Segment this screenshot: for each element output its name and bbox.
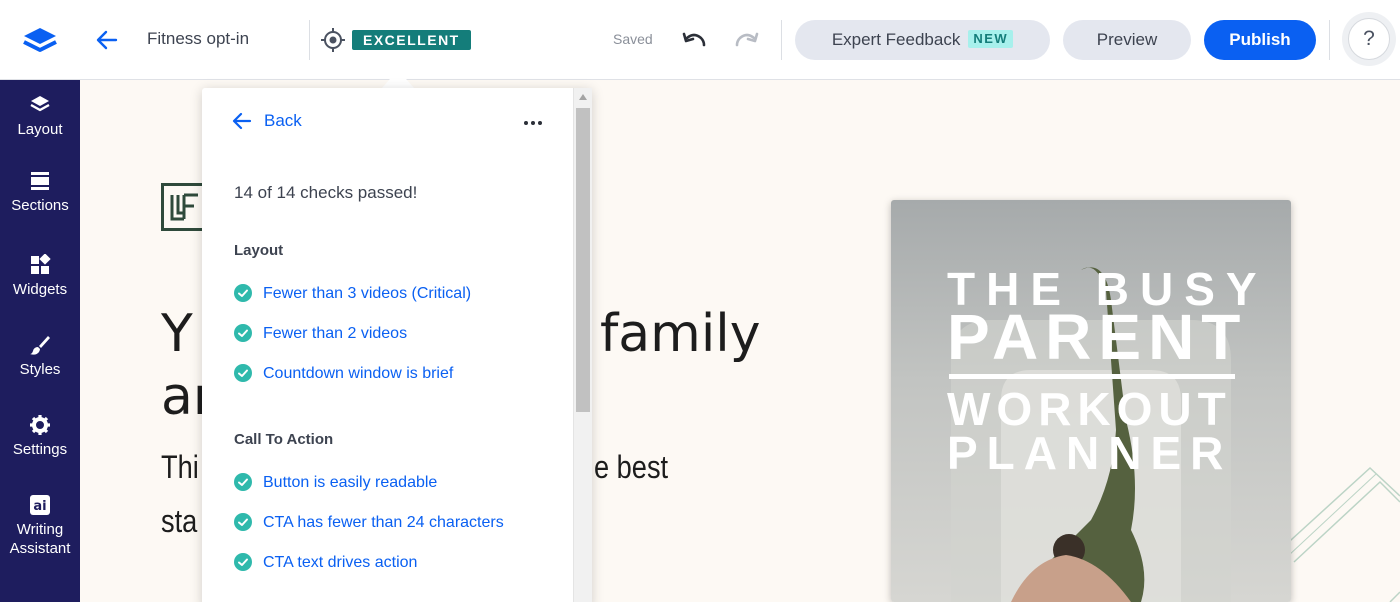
expert-feedback-button[interactable]: Expert Feedback NEW	[795, 20, 1050, 60]
book-title-line2: PARENT	[947, 301, 1248, 373]
divider	[781, 20, 782, 60]
check-label: Fewer than 3 videos (Critical)	[263, 285, 472, 302]
layers-icon	[30, 96, 50, 112]
headline-line1-end: family	[600, 304, 761, 364]
redo-icon[interactable]	[733, 28, 761, 52]
gear-icon	[30, 415, 50, 435]
divider	[1329, 20, 1330, 60]
checks-summary: 14 of 14 checks passed!	[234, 183, 418, 202]
preview-button[interactable]: Preview	[1063, 20, 1191, 60]
book-title-rule	[949, 374, 1235, 379]
help-button[interactable]: ?	[1342, 12, 1396, 66]
left-sidebar: Layout Sections Widgets Styles Settings	[0, 80, 80, 602]
scroll-thumb[interactable]	[576, 108, 590, 412]
check-circle-icon	[234, 553, 252, 571]
check-circle-icon	[234, 364, 252, 382]
check-circle-icon	[234, 324, 252, 342]
section-title-layout: Layout	[234, 242, 284, 259]
brush-icon	[30, 336, 50, 355]
app-logo-icon[interactable]	[20, 22, 60, 58]
section-title-call-to-action: Call To Action	[234, 431, 334, 448]
ai-icon: ai	[30, 495, 50, 515]
score-badge[interactable]: EXCELLENT	[352, 30, 471, 50]
publish-button[interactable]: Publish	[1204, 20, 1316, 60]
new-badge: NEW	[968, 30, 1014, 48]
sidebar-item-label: Writing	[16, 521, 64, 538]
sidebar-item-label: Layout	[17, 121, 63, 138]
sidebar-item-label: Sections	[11, 197, 69, 214]
check-label: CTA text drives action	[263, 554, 418, 571]
check-label: CTA has fewer than 24 characters	[263, 514, 504, 531]
widgets-icon	[31, 254, 51, 274]
sidebar-item-widgets[interactable]: Widgets	[0, 254, 80, 299]
check-circle-icon	[234, 473, 252, 491]
page-name[interactable]: Fitness opt-in	[147, 29, 249, 49]
divider	[309, 20, 310, 60]
subhead-line2-start: sta	[161, 503, 198, 539]
sidebar-item-styles[interactable]: Styles	[0, 334, 80, 379]
book-cover-image: THE BUSY PARENT WORKOUT PLANNER	[891, 200, 1291, 602]
sidebar-item-settings[interactable]: Settings	[0, 414, 80, 459]
back-label: Back	[264, 111, 302, 130]
target-icon[interactable]	[320, 27, 346, 53]
subhead-line1-end: e best	[594, 449, 669, 485]
popover-scrollbar[interactable]	[573, 88, 592, 602]
more-options-icon[interactable]	[522, 112, 544, 134]
book-title-line4: PLANNER	[947, 427, 1233, 479]
score-popover: Back 14 of 14 checks passed! Layout Fewe…	[202, 88, 592, 602]
svg-text:ai: ai	[33, 499, 46, 514]
sidebar-item-label: Widgets	[12, 281, 68, 298]
saved-status: Saved	[613, 31, 653, 47]
check-label: Countdown window is brief	[263, 365, 454, 382]
undo-icon[interactable]	[680, 28, 708, 52]
help-icon: ?	[1348, 18, 1390, 60]
scroll-up-arrow-icon[interactable]	[579, 94, 587, 100]
expert-feedback-label: Expert Feedback	[831, 30, 961, 49]
check-circle-icon	[234, 513, 252, 531]
sidebar-item-sections[interactable]: Sections	[0, 170, 80, 215]
check-label: Button is easily readable	[263, 474, 438, 491]
headline-line1-start: Y	[161, 304, 193, 364]
back-arrow-icon	[232, 112, 252, 130]
popover-caret	[381, 70, 415, 89]
sidebar-item-writing-assistant[interactable]: ai Writing Assistant	[0, 494, 80, 558]
sidebar-item-layout[interactable]: Layout	[0, 94, 80, 139]
sidebar-item-label: Settings	[12, 441, 68, 458]
check-circle-icon	[234, 284, 252, 302]
top-bar: Fitness opt-in EXCELLENT Saved Expert Fe…	[0, 0, 1400, 80]
sections-icon	[31, 172, 49, 190]
subhead-line1-start: Thi	[161, 449, 199, 485]
sidebar-item-label-2: Assistant	[9, 540, 71, 557]
check-label: Fewer than 2 videos	[263, 325, 408, 342]
back-arrow-icon[interactable]	[94, 28, 120, 52]
sidebar-item-label: Styles	[19, 361, 61, 378]
